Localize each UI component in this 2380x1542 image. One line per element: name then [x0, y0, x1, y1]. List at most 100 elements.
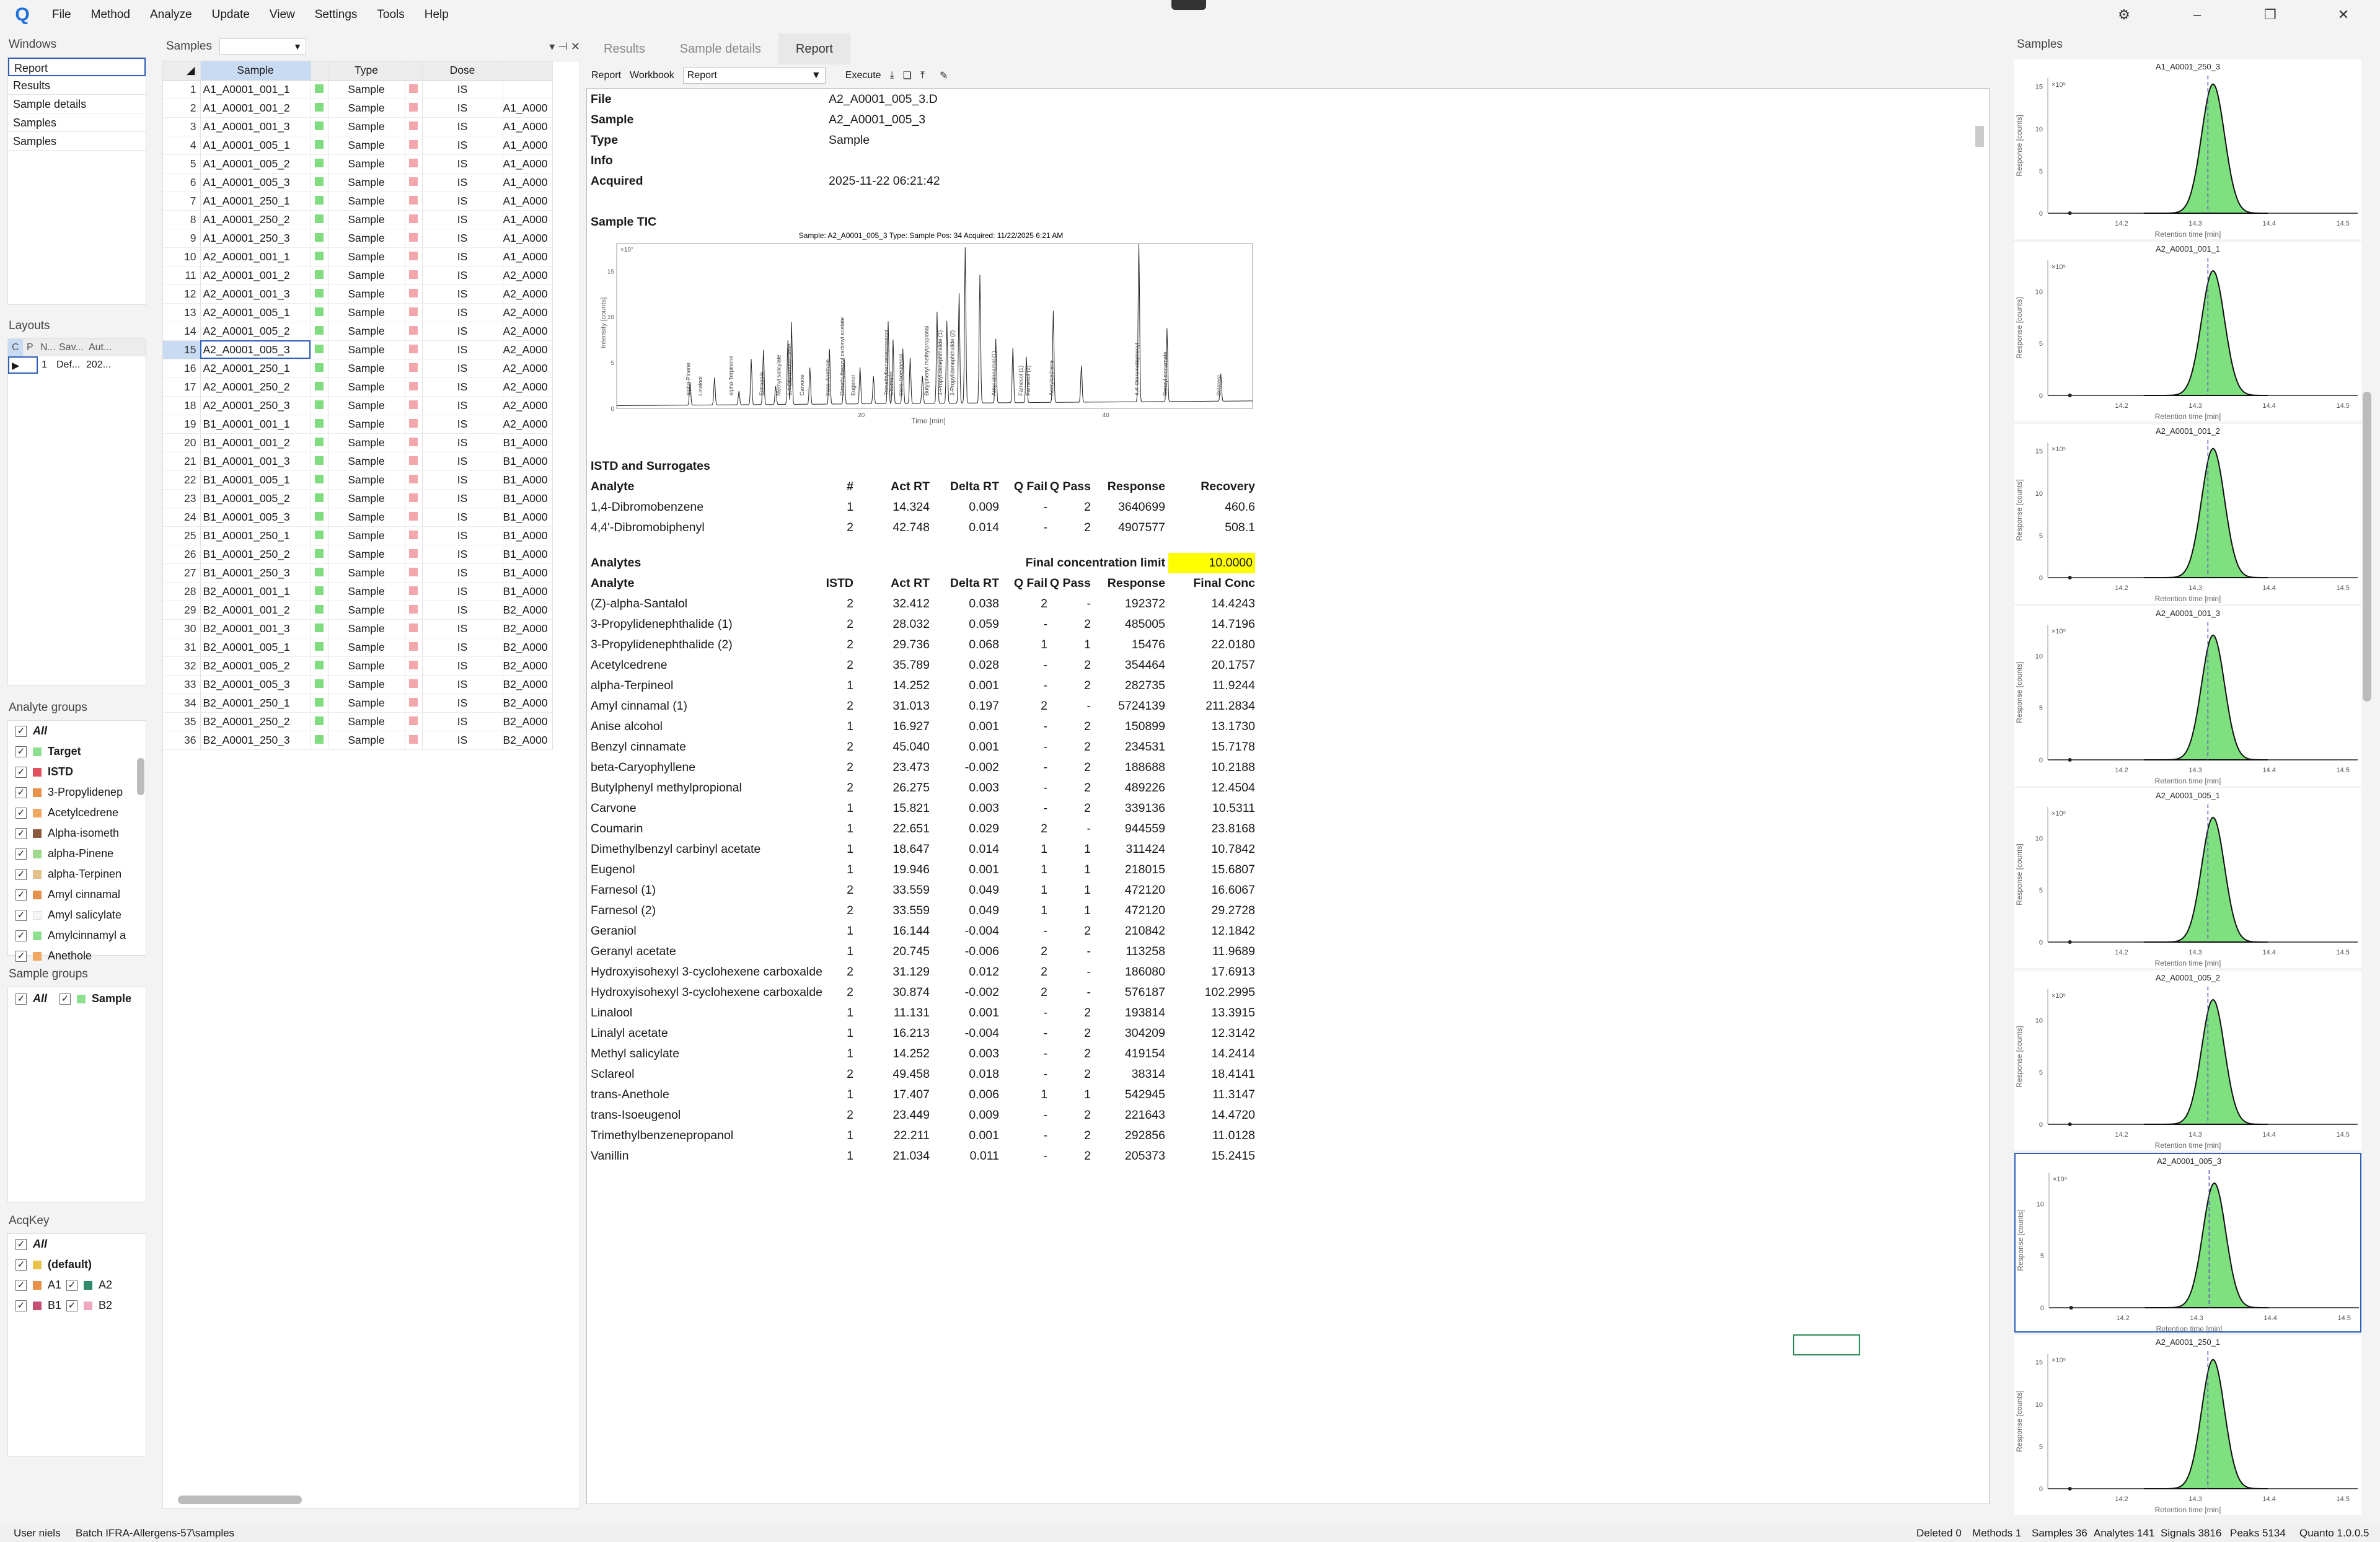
layout-col-header[interactable]: P — [23, 339, 37, 356]
sample-row[interactable]: 26 B1_A0001_250_2 Sample IS B1_A000 — [163, 545, 553, 564]
checkbox[interactable]: ✓ — [15, 848, 27, 860]
checkbox[interactable]: ✓ — [60, 993, 71, 1005]
menu-help[interactable]: Help — [415, 0, 459, 30]
close-window-icon[interactable]: ✕ — [2307, 0, 2380, 30]
sample-name[interactable]: A1_A0001_001_2 — [200, 99, 311, 118]
checkbox[interactable]: ✓ — [66, 1279, 77, 1291]
tab-sample-details[interactable]: Sample details — [663, 33, 778, 64]
sample-name[interactable]: A2_A0001_250_3 — [200, 396, 311, 415]
checkbox[interactable]: ✓ — [15, 827, 27, 839]
minimize-icon[interactable]: – — [2161, 0, 2234, 30]
layout-row-selector[interactable]: ▶ — [8, 356, 38, 374]
checkbox[interactable]: ✓ — [66, 1300, 77, 1311]
checkbox[interactable]: ✓ — [15, 807, 27, 819]
sample-row[interactable]: 23 B1_A0001_005_2 Sample IS B1_A000 — [163, 489, 553, 508]
sample-name[interactable]: A1_A0001_005_3 — [200, 173, 311, 192]
sample-name[interactable]: B1_A0001_250_1 — [200, 526, 311, 545]
menu-analyze[interactable]: Analyze — [140, 0, 202, 30]
sample-name[interactable]: A1_A0001_250_1 — [200, 192, 311, 211]
sample-row[interactable]: 7 A1_A0001_250_1 Sample IS A1_A000 — [163, 192, 553, 211]
tab-results[interactable]: Results — [586, 33, 663, 64]
toolbar-report[interactable]: Report — [591, 70, 621, 81]
sample-row[interactable]: 2 A1_A0001_001_2 Sample IS A1_A000 — [163, 99, 553, 118]
sample-row[interactable]: 27 B1_A0001_250_3 Sample IS B1_A000 — [163, 563, 553, 583]
sample-row[interactable]: 30 B2_A0001_001_3 Sample IS B2_A000 — [163, 619, 553, 638]
edit-icon[interactable]: ✎ — [940, 69, 948, 82]
checkbox[interactable]: ✓ — [15, 1238, 27, 1250]
sample-row[interactable]: 11 A2_A0001_001_2 Sample IS A2_A000 — [163, 266, 553, 285]
sample-row[interactable]: 24 B1_A0001_005_3 Sample IS B1_A000 — [163, 508, 553, 527]
download-icon[interactable]: ⤓ — [890, 70, 894, 81]
window-item[interactable]: Sample details — [8, 95, 146, 113]
checkbox[interactable]: ✓ — [15, 909, 27, 921]
sample-name[interactable]: B1_A0001_001_2 — [200, 433, 311, 452]
analyte-group-item[interactable]: ✓ All — [8, 721, 146, 741]
sample-row[interactable]: 4 A1_A0001_005_1 Sample IS A1_A000 — [163, 136, 553, 155]
sample-row[interactable]: 10 A2_A0001_001_1 Sample IS A1_A000 — [163, 247, 553, 267]
sample-row[interactable]: 14 A2_A0001_005_2 Sample IS A2_A000 — [163, 322, 553, 341]
sample-name[interactable]: B2_A0001_001_2 — [200, 601, 311, 620]
sample-chromatogram-thumb[interactable]: A2_A0001_001_3 ×10⁵ Response [counts] Reten… — [2014, 606, 2361, 786]
menu-view[interactable]: View — [260, 0, 305, 30]
sample-chromatogram-thumb[interactable]: A2_A0001_005_2 ×10⁵ Response [counts] Reten… — [2014, 971, 2361, 1150]
checkbox[interactable]: ✓ — [15, 930, 27, 941]
sample-name[interactable]: A1_A0001_001_1 — [200, 80, 311, 99]
sample-row[interactable]: 6 A1_A0001_005_3 Sample IS A1_A000 — [163, 173, 553, 192]
sample-name[interactable]: B2_A0001_005_1 — [200, 638, 311, 657]
checkbox[interactable]: ✓ — [15, 786, 27, 798]
sample-row[interactable]: 25 B1_A0001_250_1 Sample IS B1_A000 — [163, 526, 553, 545]
sample-name[interactable]: A1_A0001_001_3 — [200, 117, 311, 136]
sample-name[interactable]: B1_A0001_001_1 — [200, 415, 311, 434]
layout-col-header[interactable]: C — [8, 339, 23, 356]
sample-row[interactable]: 13 A2_A0001_005_1 Sample IS A2_A000 — [163, 303, 553, 322]
sample-name[interactable]: A2_A0001_005_1 — [200, 303, 311, 322]
sample-row[interactable]: 31 B2_A0001_005_1 Sample IS B2_A000 — [163, 638, 553, 657]
sample-row[interactable]: 3 A1_A0001_001_3 Sample IS A1_A000 — [163, 117, 553, 136]
menu-update[interactable]: Update — [202, 0, 260, 30]
checkbox[interactable]: ✓ — [15, 1259, 27, 1271]
sample-name[interactable]: A2_A0001_001_1 — [200, 247, 311, 267]
restore-icon[interactable]: ❐ — [2234, 0, 2307, 30]
window-item[interactable]: Report — [8, 58, 146, 76]
sample-chromatogram-thumb[interactable]: A1_A0001_250_3 ×10⁵ Response [counts] Reten… — [2014, 59, 2361, 239]
checkbox[interactable]: ✓ — [15, 868, 27, 880]
checkbox[interactable]: ✓ — [15, 766, 27, 778]
sample-name[interactable]: A1_A0001_250_2 — [200, 210, 311, 229]
sample-name[interactable]: A1_A0001_005_1 — [200, 136, 311, 155]
sample-row[interactable]: 20 B1_A0001_001_2 Sample IS B1_A000 — [163, 433, 553, 452]
layout-col-header[interactable]: N... — [37, 339, 56, 356]
sample-row[interactable]: 5 A1_A0001_005_2 Sample IS A1_A000 — [163, 154, 553, 174]
execute-button[interactable]: Execute — [845, 70, 881, 81]
menu-settings[interactable]: Settings — [305, 0, 368, 30]
sample-name[interactable]: B1_A0001_250_3 — [200, 563, 311, 583]
analyte-group-item[interactable]: ✓ Alpha-isometh — [8, 823, 146, 844]
sample-name[interactable]: B1_A0001_005_1 — [200, 470, 311, 490]
analyte-group-item[interactable]: ✓ ISTD — [8, 762, 146, 782]
sample-chromatogram-thumb[interactable]: A2_A0001_005_1 ×10⁵ Response [counts] Reten… — [2014, 788, 2361, 968]
menu-file[interactable]: File — [42, 0, 81, 30]
sample-name[interactable]: A2_A0001_001_3 — [200, 284, 311, 304]
sample-row[interactable]: 22 B1_A0001_005_1 Sample IS B1_A000 — [163, 470, 553, 490]
analyte-groups-scrollbar[interactable] — [137, 758, 144, 795]
sample-name[interactable]: B2_A0001_250_1 — [200, 694, 311, 713]
sample-name[interactable]: B1_A0001_001_3 — [200, 452, 311, 471]
analyte-group-item[interactable]: ✓ 3-Propylidenep — [8, 782, 146, 803]
checkbox[interactable]: ✓ — [15, 993, 27, 1005]
analyte-group-item[interactable]: ✓ Amylcinnamyl a — [8, 925, 146, 946]
samples-filter-dropdown[interactable]: ▼ — [219, 38, 306, 55]
sample-name[interactable]: A1_A0001_250_3 — [200, 229, 311, 248]
checkbox[interactable]: ✓ — [15, 746, 27, 757]
export-icon[interactable]: ⤒ — [920, 70, 925, 81]
sample-chromatogram-thumb[interactable]: A2_A0001_250_1 ×10⁵ Response [counts] Reten… — [2014, 1335, 2361, 1515]
sample-name[interactable]: A1_A0001_005_2 — [200, 154, 311, 174]
checkbox[interactable]: ✓ — [15, 950, 27, 962]
sample-row[interactable]: 17 A2_A0001_250_2 Sample IS A2_A000 — [163, 377, 553, 397]
col-type[interactable]: Type — [328, 61, 405, 81]
col-dose[interactable]: Dose — [422, 61, 503, 81]
sample-row[interactable]: 35 B2_A0001_250_2 Sample IS B2_A000 — [163, 712, 553, 731]
sample-row[interactable]: 36 B2_A0001_250_3 Sample IS B2_A000 — [163, 731, 553, 750]
vertical-scrollbar[interactable] — [2363, 392, 2371, 702]
copy-icon[interactable]: ❏ — [903, 69, 912, 82]
report-template-select[interactable]: Report ▼ — [682, 68, 826, 84]
tab-report[interactable]: Report — [778, 33, 850, 64]
